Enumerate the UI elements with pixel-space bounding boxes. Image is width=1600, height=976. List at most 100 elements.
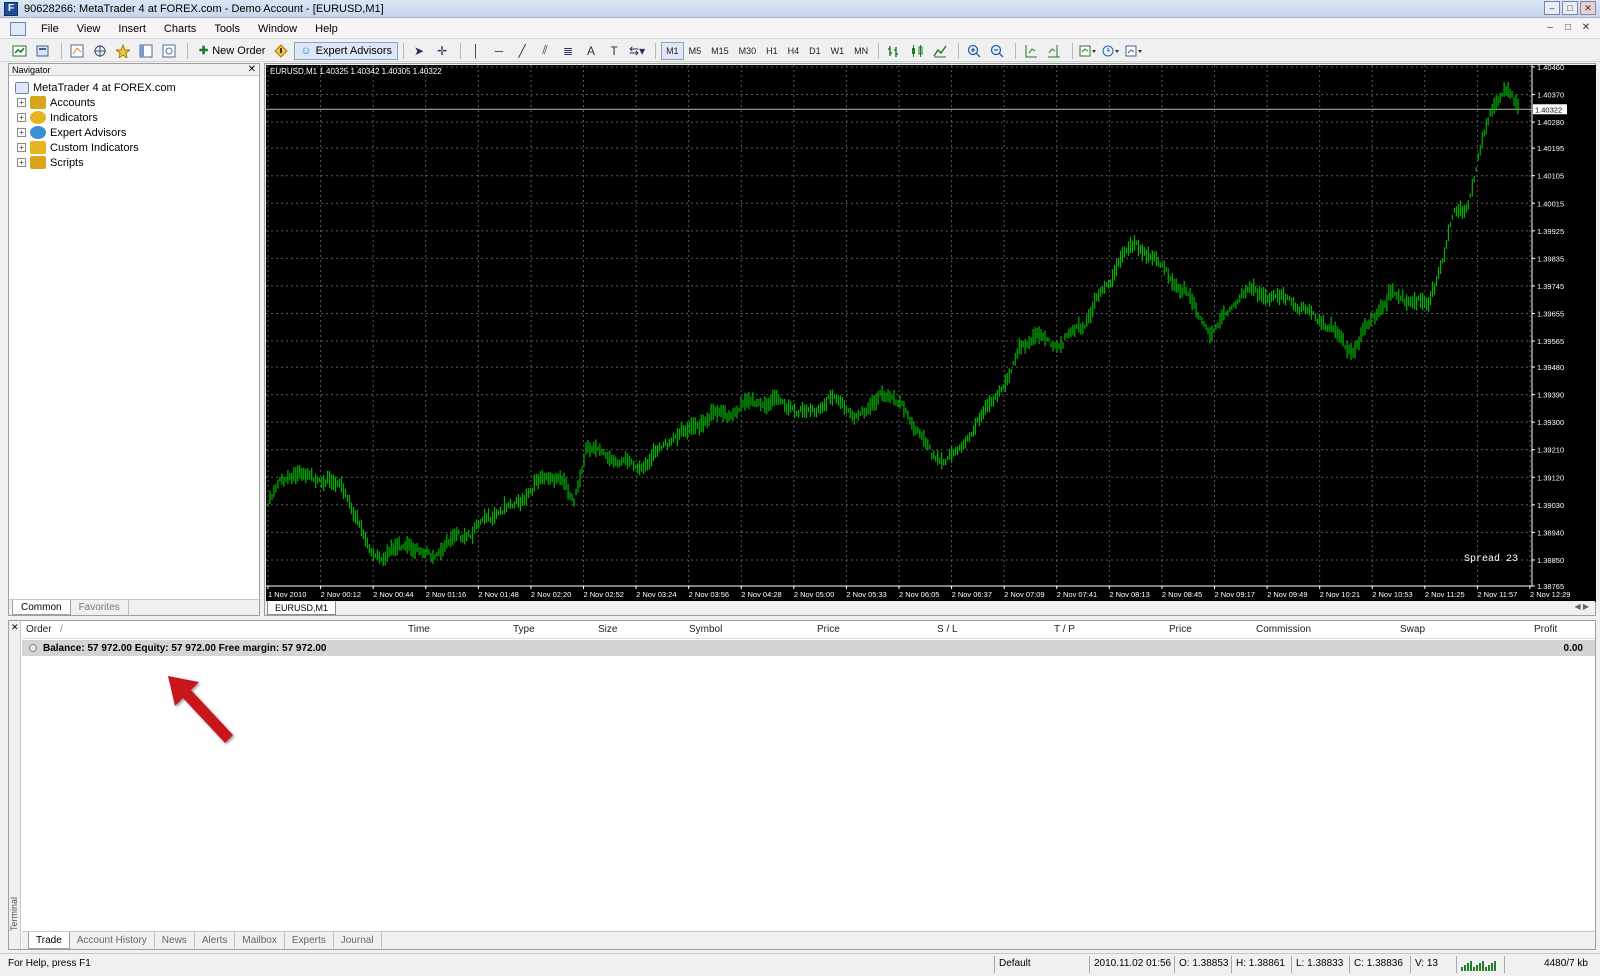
menu-help[interactable]: Help — [306, 19, 347, 39]
cursor-icon[interactable]: ➤ — [409, 42, 429, 60]
zoom-out-icon[interactable] — [987, 42, 1007, 60]
horizontal-line-icon[interactable]: ─ — [489, 42, 509, 60]
line-chart-icon[interactable] — [930, 42, 950, 60]
zoom-in-icon[interactable] — [964, 42, 984, 60]
col-type[interactable]: Type — [513, 624, 535, 635]
tree-root[interactable]: MetaTrader 4 at FOREX.com — [15, 80, 259, 95]
metaeditor-icon[interactable] — [271, 42, 291, 60]
strategy-tester-icon[interactable] — [159, 42, 179, 60]
y-tick-label: 1.39210 — [1537, 446, 1564, 455]
status-datetime: 2010.11.02 01:56 — [1089, 956, 1174, 973]
chart-shift-icon[interactable] — [1044, 42, 1064, 60]
timeframe-h4[interactable]: H4 — [783, 42, 805, 60]
tab-favorites[interactable]: Favorites — [71, 600, 129, 615]
tab-experts[interactable]: Experts — [285, 932, 334, 949]
timeframe-m1[interactable]: M1 — [661, 41, 684, 60]
timeframe-m5[interactable]: M5 — [684, 42, 707, 60]
terminal-icon[interactable] — [136, 42, 156, 60]
candlesticks-icon[interactable] — [907, 42, 927, 60]
toolbar-separator — [1015, 42, 1017, 59]
templates-dropdown-icon[interactable] — [1124, 42, 1144, 60]
chart-tab-eurusd[interactable]: EURUSD,M1 — [267, 601, 337, 615]
tree-item-custom-indicators[interactable]: + Custom Indicators — [15, 140, 259, 155]
menu-insert[interactable]: Insert — [109, 19, 155, 39]
price-chart[interactable]: 1.40460 1.40370 1.40280 1.40195 1.40105 1.400… — [266, 65, 1596, 602]
tree-item-accounts[interactable]: + Accounts — [15, 95, 259, 110]
menu-view[interactable]: View — [68, 19, 110, 39]
expand-icon[interactable]: + — [17, 113, 26, 122]
vertical-line-icon[interactable]: │ — [466, 42, 486, 60]
text-icon[interactable]: A — [581, 42, 601, 60]
menu-file[interactable]: File — [32, 19, 68, 39]
fibonacci-icon[interactable]: ≣ — [558, 42, 578, 60]
timeframe-w1[interactable]: W1 — [826, 42, 850, 60]
tree-item-scripts[interactable]: + Scripts — [15, 155, 259, 170]
col-profit[interactable]: Profit — [1534, 624, 1557, 635]
maximize-button[interactable]: □ — [1562, 1, 1578, 15]
chart-tab-scroll-icon[interactable]: ◀ ▶ — [1574, 602, 1589, 611]
tab-common[interactable]: Common — [12, 600, 71, 615]
new-chart-icon[interactable] — [10, 42, 30, 60]
minimize-button[interactable]: – — [1544, 1, 1560, 15]
tree-item-indicators[interactable]: + Indicators — [15, 110, 259, 125]
text-label-icon[interactable]: T — [604, 42, 624, 60]
new-order-button[interactable]: ✚ New Order — [193, 42, 271, 60]
navigator-icon[interactable] — [113, 42, 133, 60]
col-sl[interactable]: S / L — [937, 624, 958, 635]
tree-item-expert-advisors[interactable]: + Expert Advisors — [15, 125, 259, 140]
balance-row[interactable]: Balance: 57 972.00 Equity: 57 972.00 Fre… — [22, 640, 1595, 656]
x-tick-label: 2 Nov 08:13 — [1109, 590, 1149, 599]
profiles-icon[interactable] — [33, 42, 53, 60]
timeframe-m30[interactable]: M30 — [734, 42, 762, 60]
col-commission[interactable]: Commission — [1256, 624, 1311, 635]
menu-window[interactable]: Window — [249, 19, 306, 39]
expand-icon[interactable]: + — [17, 128, 26, 137]
accounts-icon — [30, 96, 46, 109]
status-profile[interactable]: Default — [994, 956, 1089, 973]
col-price[interactable]: Price — [817, 624, 840, 635]
data-window-icon[interactable] — [90, 42, 110, 60]
chart-restore-button[interactable]: □ — [1562, 22, 1574, 33]
periods-dropdown-icon[interactable] — [1101, 42, 1121, 60]
indicators-dropdown-icon[interactable] — [1078, 42, 1098, 60]
chart-window-icon[interactable] — [10, 21, 26, 36]
crosshair-icon[interactable]: ✛ — [432, 42, 452, 60]
tab-trade[interactable]: Trade — [28, 932, 70, 949]
auto-scroll-icon[interactable] — [1021, 42, 1041, 60]
timeframe-h1[interactable]: H1 — [761, 42, 783, 60]
terminal-close-icon[interactable]: ✕ — [11, 622, 19, 633]
equidistant-channel-icon[interactable]: ⫽ — [535, 42, 555, 60]
connection-status-icon[interactable] — [1456, 956, 1504, 973]
expand-icon[interactable]: + — [17, 143, 26, 152]
chart-minimize-button[interactable]: – — [1544, 22, 1556, 33]
col-order[interactable]: Order — [26, 624, 52, 635]
menu-tools[interactable]: Tools — [205, 19, 249, 39]
tab-mailbox[interactable]: Mailbox — [235, 932, 285, 949]
timeframe-mn[interactable]: MN — [849, 42, 873, 60]
col-size[interactable]: Size — [598, 624, 617, 635]
timeframe-m15[interactable]: M15 — [706, 42, 734, 60]
chart-close-button[interactable]: ✕ — [1580, 22, 1592, 33]
trendline-icon[interactable]: ╱ — [512, 42, 532, 60]
bar-chart-icon[interactable] — [884, 42, 904, 60]
expert-advisors-button[interactable]: ☺ Expert Advisors — [294, 41, 399, 60]
tab-news[interactable]: News — [155, 932, 195, 949]
col-symbol[interactable]: Symbol — [689, 624, 722, 635]
arrows-dropdown-icon[interactable]: ⇆▾ — [627, 42, 647, 60]
col-close-price[interactable]: Price — [1169, 624, 1192, 635]
col-tp[interactable]: T / P — [1054, 624, 1075, 635]
col-swap[interactable]: Swap — [1400, 624, 1425, 635]
expand-icon[interactable]: + — [17, 98, 26, 107]
expand-icon[interactable]: + — [17, 158, 26, 167]
close-button[interactable]: ✕ — [1580, 1, 1596, 15]
tab-journal[interactable]: Journal — [334, 932, 382, 949]
col-time[interactable]: Time — [408, 624, 430, 635]
status-open: O: 1.38853 — [1174, 956, 1231, 973]
chart-canvas[interactable]: 1.40460 1.40370 1.40280 1.40195 1.40105 1.400… — [266, 65, 1596, 602]
timeframe-d1[interactable]: D1 — [804, 42, 826, 60]
navigator-close-icon[interactable]: ✕ — [248, 64, 256, 76]
tab-account-history[interactable]: Account History — [70, 932, 155, 949]
tab-alerts[interactable]: Alerts — [195, 932, 236, 949]
market-watch-icon[interactable] — [67, 42, 87, 60]
menu-charts[interactable]: Charts — [155, 19, 205, 39]
